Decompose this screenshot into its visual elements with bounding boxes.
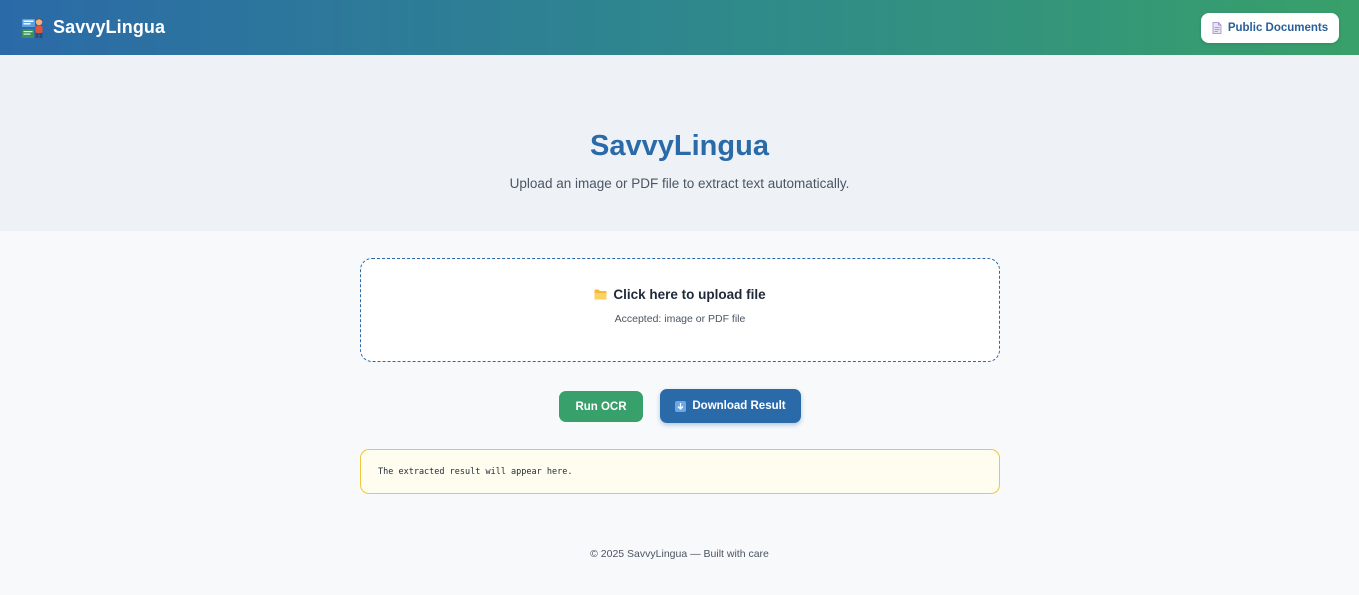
document-icon [1212, 21, 1222, 34]
public-documents-label: Public Documents [1227, 21, 1329, 34]
top-navbar: SavvyLingua Public Documents [0, 0, 1359, 55]
download-result-button[interactable]: Download Result [660, 389, 801, 423]
upload-accepted-note: Accepted: image or PDF file [614, 313, 746, 325]
page-title: SavvyLingua [590, 130, 769, 162]
run-ocr-label: Run OCR [575, 400, 627, 413]
ocr-result-output: The extracted result will appear here. [360, 449, 1000, 494]
reading-person-icon [22, 17, 43, 38]
file-upload-dropzone[interactable]: Click here to upload file Accepted: imag… [360, 258, 1000, 362]
page-subtitle: Upload an image or PDF file to extract t… [509, 176, 850, 191]
brand[interactable]: SavvyLingua [21, 16, 165, 40]
brand-name: SavvyLingua [53, 17, 166, 37]
footer-text: © 2025 SavvyLingua — Built with care [590, 548, 769, 560]
folder-icon [594, 289, 607, 300]
run-ocr-button[interactable]: Run OCR [559, 391, 643, 422]
public-documents-button[interactable]: Public Documents [1201, 12, 1339, 43]
download-arrow-icon [675, 400, 687, 412]
upload-prompt: Click here to upload file [361, 287, 999, 302]
hero-section: SavvyLingua Upload an image or PDF file … [0, 55, 1359, 231]
download-result-label: Download Result [692, 400, 786, 412]
upload-title: Click here to upload file [613, 287, 766, 302]
